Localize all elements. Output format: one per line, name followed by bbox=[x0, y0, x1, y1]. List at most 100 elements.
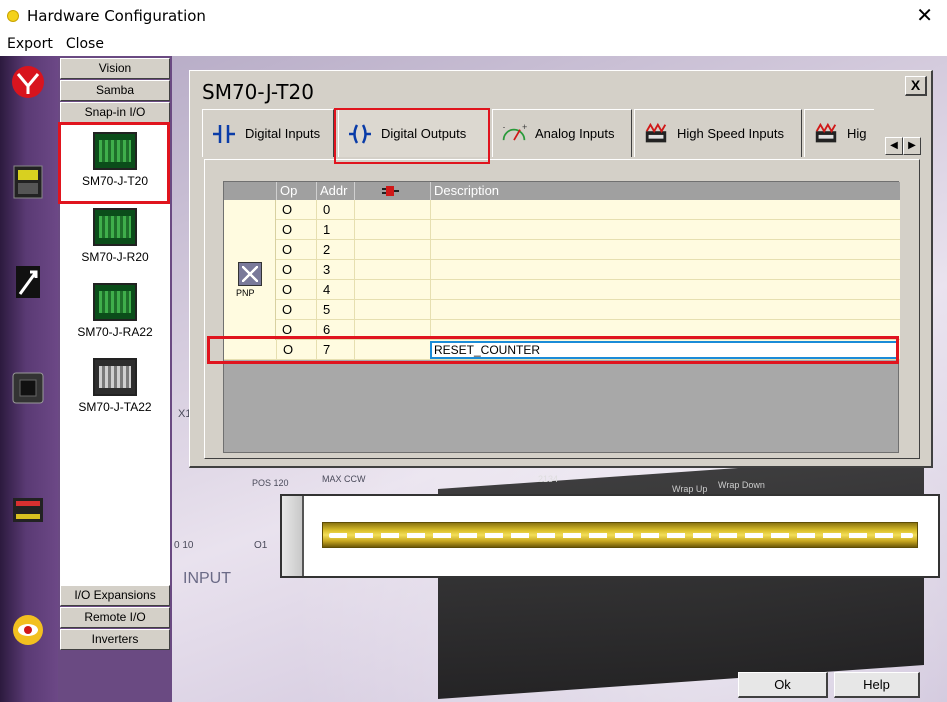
dialog-title: SM70-J-T20 bbox=[202, 80, 314, 104]
tab-scroll-right-button[interactable]: ▶ bbox=[903, 137, 921, 155]
cell-plug bbox=[354, 240, 430, 260]
green-module-icon bbox=[93, 208, 137, 246]
chip-module-icon[interactable] bbox=[10, 370, 46, 406]
tab-high-speed-inputs[interactable]: High Speed Inputs bbox=[634, 109, 802, 157]
tab-digital-outputs[interactable]: Digital Outputs bbox=[338, 109, 490, 157]
pnp-label: PNP bbox=[236, 288, 255, 298]
unitronics-logo-icon[interactable] bbox=[10, 64, 46, 100]
tab-label: High Speed Inputs bbox=[677, 126, 784, 141]
tab-high-speed-partial[interactable]: Hig bbox=[804, 109, 874, 157]
bg-text: 2134 bbox=[538, 474, 559, 484]
cell-op: O bbox=[282, 222, 293, 237]
analog-gauge-icon: -+ bbox=[501, 121, 527, 147]
cell-plug bbox=[354, 280, 430, 300]
title-bar: Hardware Configuration ✕ bbox=[0, 0, 947, 32]
tab-analog-inputs[interactable]: -+ Analog Inputs bbox=[492, 109, 632, 157]
plug-icon bbox=[382, 186, 399, 196]
cell-plug bbox=[354, 320, 430, 340]
tab-label: Analog Inputs bbox=[535, 126, 615, 141]
table-row[interactable]: O 2 bbox=[276, 240, 900, 260]
cell-addr: 7 bbox=[316, 340, 354, 360]
close-window-button[interactable]: ✕ bbox=[916, 4, 933, 26]
category-vision[interactable]: Vision bbox=[60, 58, 170, 79]
module-label: SM70-J-T20 bbox=[81, 174, 149, 188]
din-rail bbox=[322, 522, 918, 548]
left-toolbar bbox=[0, 56, 58, 702]
cell-op: O bbox=[282, 202, 293, 217]
green-module-icon bbox=[93, 283, 137, 321]
pnp-block: PNP bbox=[224, 200, 276, 358]
tab-scroll-left-button[interactable]: ◀ bbox=[885, 137, 903, 155]
category-io-expansions[interactable]: I/O Expansions bbox=[60, 585, 170, 606]
cell-description[interactable] bbox=[430, 300, 900, 320]
cell-op: O bbox=[282, 262, 293, 277]
module-label: SM70-J-RA22 bbox=[77, 325, 153, 339]
rail-end-cap bbox=[282, 496, 304, 576]
bg-text: O1 bbox=[254, 540, 268, 551]
module-sm70-j-ra22[interactable]: SM70-J-RA22 bbox=[60, 277, 170, 351]
cell-addr: 1 bbox=[316, 220, 354, 240]
eye-alert-icon[interactable] bbox=[10, 612, 46, 648]
table-row[interactable]: O 4 bbox=[276, 280, 900, 300]
window-title: Hardware Configuration bbox=[27, 7, 206, 25]
category-snap-in-io[interactable]: Snap-in I/O bbox=[60, 102, 170, 123]
header-op: Op bbox=[276, 182, 316, 200]
cell-description[interactable] bbox=[430, 320, 900, 340]
digital-output-coil-icon bbox=[347, 121, 373, 147]
table-row-selected[interactable]: O 7 bbox=[224, 340, 900, 360]
table-row[interactable]: O 1 bbox=[276, 220, 900, 240]
io-module-icon[interactable] bbox=[10, 492, 46, 528]
module-sm70-j-r20[interactable]: SM70-J-R20 bbox=[60, 202, 170, 276]
module-sm70-j-t20[interactable]: SM70-J-T20 bbox=[60, 126, 170, 200]
menu-close[interactable]: Close bbox=[66, 36, 104, 52]
tab-strip: Digital Inputs Digital Outputs -+ Analog… bbox=[202, 109, 918, 159]
cell-addr: 3 bbox=[316, 260, 354, 280]
outputs-grid: Op Addr Description PNP O 0 O 1 O 2 O 3 … bbox=[223, 181, 900, 453]
cell-plug bbox=[354, 220, 430, 240]
green-module-icon bbox=[93, 132, 137, 170]
cell-addr: 6 bbox=[316, 320, 354, 340]
table-row[interactable]: O 5 bbox=[276, 300, 900, 320]
table-row[interactable]: O 0 bbox=[276, 200, 900, 220]
category-samba[interactable]: Samba bbox=[60, 80, 170, 101]
cell-description[interactable] bbox=[430, 220, 900, 240]
cursor-arrow-icon[interactable] bbox=[10, 264, 46, 300]
dialog-close-button[interactable]: X bbox=[905, 76, 927, 96]
header-description: Description bbox=[430, 182, 900, 200]
category-remote-io[interactable]: Remote I/O bbox=[60, 607, 170, 628]
cell-description[interactable] bbox=[430, 200, 900, 220]
module-list: SM70-J-T20 SM70-J-R20 SM70-J-RA22 SM70-J… bbox=[60, 122, 170, 586]
cell-op: O bbox=[282, 322, 293, 337]
high-speed-counter-icon bbox=[643, 121, 669, 147]
cell-description[interactable] bbox=[430, 260, 900, 280]
cell-description[interactable] bbox=[430, 280, 900, 300]
menu-export[interactable]: Export bbox=[7, 36, 53, 52]
cell-op: O bbox=[276, 340, 316, 360]
din-rail-panel bbox=[280, 494, 940, 578]
cell-addr: 4 bbox=[316, 280, 354, 300]
category-inverters[interactable]: Inverters bbox=[60, 629, 170, 650]
help-button[interactable]: Help bbox=[834, 672, 920, 698]
module-dialog: SM70-J-T20 X Digital Inputs Digital Outp… bbox=[189, 70, 933, 468]
cell-addr: 5 bbox=[316, 300, 354, 320]
bg-text: POS 120 bbox=[252, 478, 289, 488]
bg-text: Wrap Down bbox=[718, 480, 765, 490]
description-edit-field[interactable] bbox=[430, 341, 898, 359]
menu-bar: Export Close bbox=[0, 32, 947, 56]
ok-button[interactable]: Ok bbox=[738, 672, 828, 698]
table-row[interactable]: O 3 bbox=[276, 260, 900, 280]
tab-digital-inputs[interactable]: Digital Inputs bbox=[202, 109, 334, 157]
grid-header: Op Addr Description bbox=[224, 182, 900, 200]
svg-text:+: + bbox=[522, 122, 527, 130]
bg-text: Wrap Up bbox=[672, 484, 708, 494]
plc-panel-icon[interactable] bbox=[10, 164, 46, 200]
table-row[interactable]: O 6 bbox=[276, 320, 900, 340]
module-label: SM70-J-R20 bbox=[81, 250, 149, 264]
cell-op: O bbox=[282, 302, 293, 317]
cell-description[interactable] bbox=[430, 240, 900, 260]
tab-label: Hig bbox=[847, 126, 867, 141]
bg-text: 0 10 bbox=[174, 540, 194, 551]
module-sm70-j-ta22[interactable]: SM70-J-TA22 bbox=[60, 352, 170, 426]
tab-scroll-buttons: ◀ ▶ bbox=[885, 137, 921, 155]
cell-addr: 2 bbox=[316, 240, 354, 260]
